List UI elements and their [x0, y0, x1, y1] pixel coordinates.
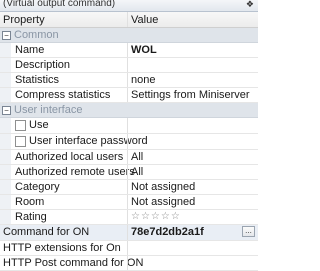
row-label: Rating [15, 211, 47, 223]
property-grid: Property Value − Common Name WOL Descrip… [0, 12, 258, 271]
header-property[interactable]: Property [3, 14, 45, 26]
ellipsis-button[interactable]: ... [242, 226, 255, 237]
row-label: Command for ON [3, 226, 90, 238]
row-rating[interactable]: Rating ☆☆☆☆☆ [0, 210, 258, 225]
collapse-icon[interactable]: − [2, 106, 11, 115]
name-value[interactable]: WOL [131, 44, 157, 56]
collapse-icon[interactable]: − [2, 31, 11, 40]
category-user-interface[interactable]: − User interface [0, 103, 258, 118]
statistics-value[interactable]: none [131, 74, 155, 86]
window-titlebar: (Virtual output command) ❖ [0, 0, 258, 12]
local-users-value[interactable]: All [131, 151, 143, 163]
category-value[interactable]: Not assigned [131, 181, 195, 193]
rating-stars-icon[interactable]: ☆☆☆☆☆ [131, 211, 181, 222]
row-authorized-remote-users[interactable]: Authorized remote users All [0, 165, 258, 180]
remote-users-value[interactable]: All [131, 166, 143, 178]
row-name[interactable]: Name WOL [0, 43, 258, 58]
use-checkbox[interactable] [15, 120, 26, 131]
grid-header: Property Value [0, 12, 258, 28]
row-http-post-on[interactable]: HTTP Post command for ON [0, 256, 258, 271]
row-label: Category [15, 181, 60, 193]
row-http-extensions-on[interactable]: HTTP extensions for On [0, 241, 258, 256]
row-description[interactable]: Description [0, 58, 258, 73]
column-divider[interactable] [127, 12, 128, 27]
category-label: Common [14, 29, 59, 41]
row-label: Authorized local users [15, 151, 124, 163]
room-value[interactable]: Not assigned [131, 196, 195, 208]
row-statistics[interactable]: Statistics none [0, 73, 258, 88]
row-label: HTTP extensions for On [3, 242, 121, 254]
window-title: (Virtual output command) [3, 0, 116, 9]
row-label: Compress statistics [15, 89, 111, 101]
row-label: Statistics [15, 74, 60, 86]
row-use[interactable]: Use [0, 118, 258, 134]
ui-password-checkbox[interactable] [15, 136, 26, 147]
row-label: Name [15, 44, 45, 56]
pin-icon[interactable]: ❖ [246, 0, 254, 10]
row-compress-statistics[interactable]: Compress statistics Settings from Minise… [0, 88, 258, 103]
compress-statistics-value[interactable]: Settings from Miniserver [131, 89, 250, 101]
row-command-for-on[interactable]: Command for ON 78e7d2db2a1f ... [0, 225, 258, 241]
command-on-value[interactable]: 78e7d2db2a1f [131, 226, 204, 238]
row-label: Description [15, 59, 71, 71]
row-room[interactable]: Room Not assigned [0, 195, 258, 210]
category-label: User interface [14, 104, 83, 116]
header-value[interactable]: Value [131, 14, 158, 26]
row-label: Use [29, 119, 49, 131]
row-label: HTTP Post command for ON [3, 257, 144, 269]
row-category[interactable]: Category Not assigned [0, 180, 258, 195]
row-authorized-local-users[interactable]: Authorized local users All [0, 150, 258, 165]
row-ui-password[interactable]: User interface password [0, 134, 258, 150]
row-label: User interface password [29, 135, 148, 147]
category-common[interactable]: − Common [0, 28, 258, 43]
row-label: Authorized remote users [15, 166, 135, 178]
row-label: Room [15, 196, 45, 208]
